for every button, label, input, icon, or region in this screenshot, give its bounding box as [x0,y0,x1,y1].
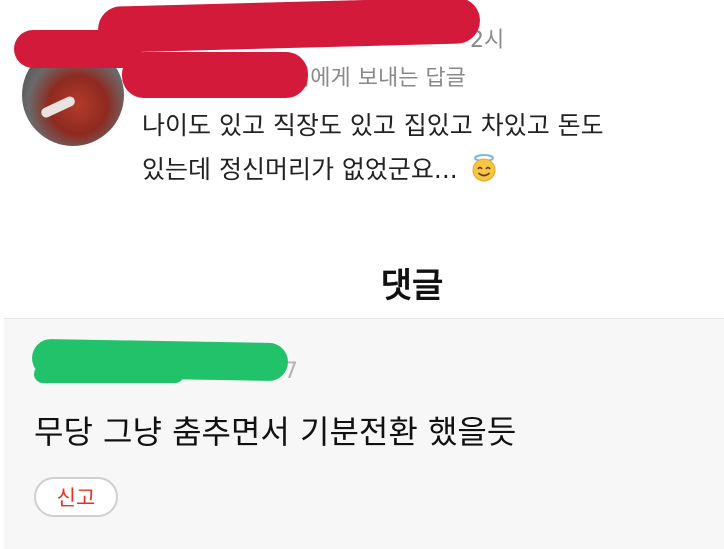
smiling-face-with-halo-icon [472,154,496,182]
reply-text-line-content: 있는데 정신머리가 없었군요... [142,155,458,184]
redaction-mark [14,30,142,68]
reply-text: 나이도 있고 직장도 있고 집있고 차있고 돈도 있는데 정신머리가 없었군요.… [142,104,702,192]
reply-text-line: 있는데 정신머리가 없었군요... [142,148,702,192]
comment-card: 7 무당 그냥 춤추면서 기분전환 했을듯 신고 [4,318,724,549]
reply-comment: 2시 님에게 보내는 답글 나이도 있고 직장도 있고 집있고 차있고 돈도 있… [0,0,724,232]
report-button-label: 신고 [56,486,96,510]
report-button[interactable]: 신고 [34,477,118,517]
comments-section-header: 댓글 [216,232,608,318]
reply-recipient-label: 님에게 보내는 답글 [290,66,466,91]
redaction-mark [34,365,184,383]
comment-text: 무당 그냥 춤추면서 기분전환 했을듯 [34,413,517,451]
reply-text-line: 나이도 있고 직장도 있고 집있고 차있고 돈도 [142,111,604,140]
redaction-mark [97,0,481,53]
redaction-mark [122,52,308,98]
